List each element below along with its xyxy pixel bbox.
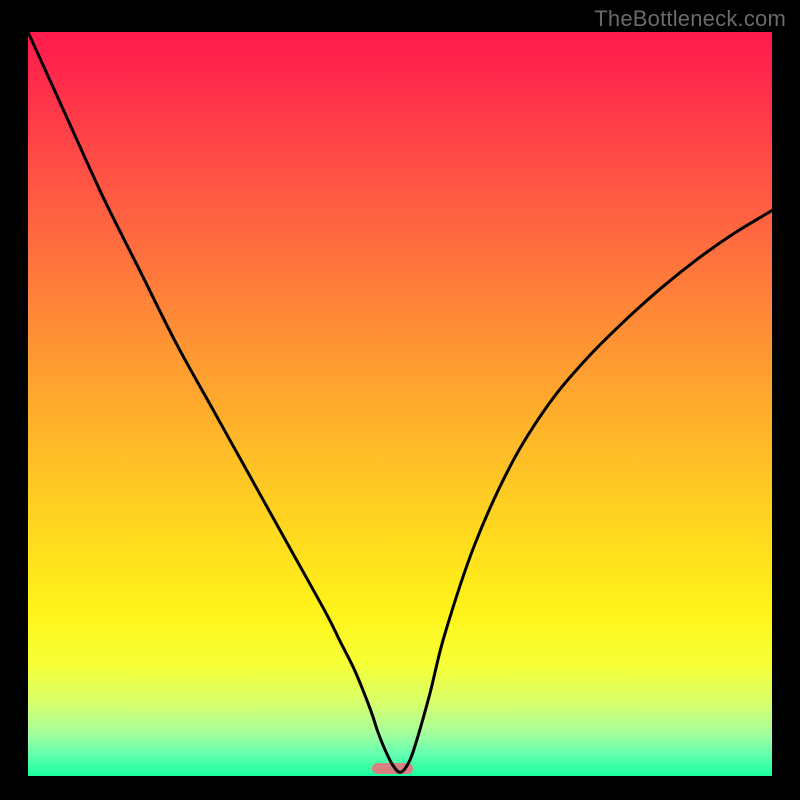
chart-frame: TheBottleneck.com <box>0 0 800 800</box>
watermark-text: TheBottleneck.com <box>594 6 786 32</box>
curve-svg <box>28 32 772 776</box>
bottleneck-curve <box>28 32 772 772</box>
plot-area <box>28 32 772 776</box>
